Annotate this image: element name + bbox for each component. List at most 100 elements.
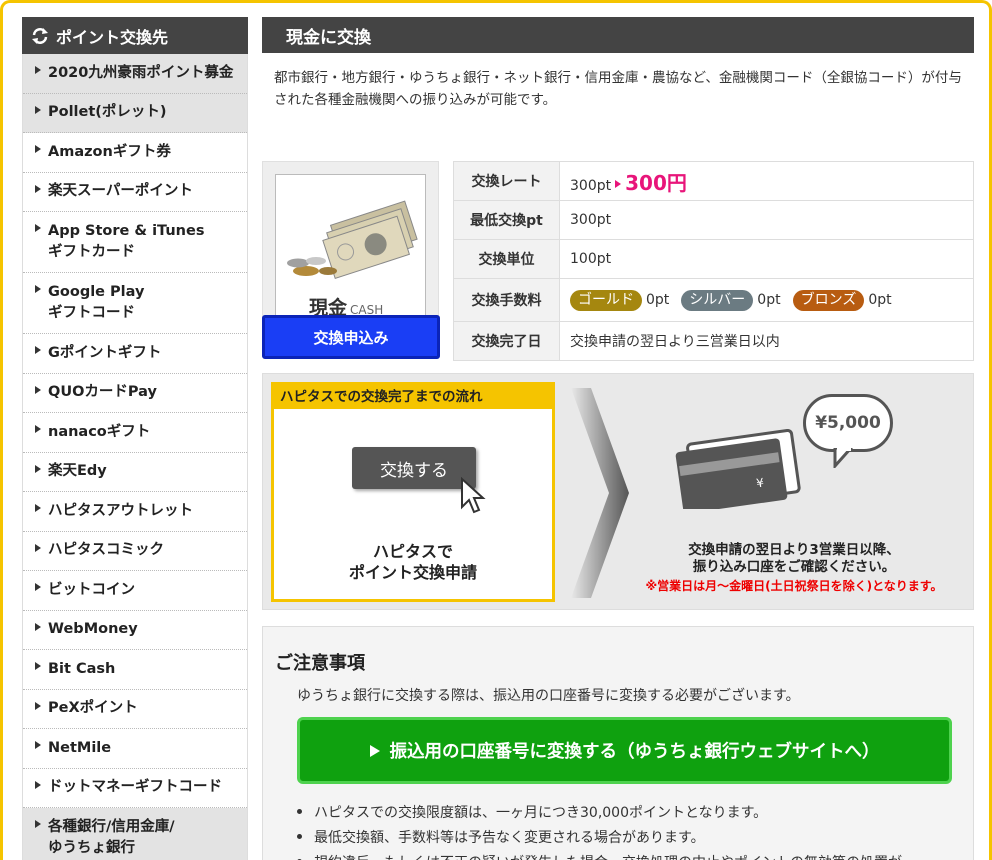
sidebar-item-label: Gポイントギフト [48, 344, 162, 361]
play-triangle-icon [369, 744, 380, 757]
fee-row: 交換手数料 ゴールド 0pt シルバー 0pt ブロンズ 0pt [453, 278, 974, 322]
sidebar-item[interactable]: Google Play ギフトコード [23, 273, 247, 334]
fee-label: 交換手数料 [453, 278, 560, 322]
sidebar-item[interactable]: nanacoギフト [23, 413, 247, 453]
done-label: 交換完了日 [453, 321, 560, 361]
rate-value: 300pt 300円 [559, 161, 974, 201]
list-item: 規約違反、もしくは不正の疑いが発生した場合、交換処理の中止やポイントの無効等の処… [297, 849, 902, 860]
sidebar-item[interactable]: WebMoney [23, 610, 247, 650]
triangle-right-icon [35, 346, 41, 354]
list-item: ハピタスでの交換限度額は、一ヶ月につき30,000ポイントとなります。 [297, 799, 902, 824]
triangle-right-icon [35, 425, 41, 433]
notes-list: ハピタスでの交換限度額は、一ヶ月につき30,000ポイントとなります。 最低交換… [297, 799, 902, 860]
sidebar-item[interactable]: ドットマネーギフトコード [23, 768, 247, 808]
gold-badge: ゴールド [570, 289, 642, 311]
flow-card-title: ハピタスでの交換完了までの流れ [274, 385, 552, 409]
sidebar-item-label: 各種銀行/信用金庫/ ゆうちょ銀行 [48, 818, 175, 856]
fee-values: ゴールド 0pt シルバー 0pt ブロンズ 0pt [559, 278, 974, 322]
triangle-right-icon [35, 224, 41, 232]
triangle-right-icon [35, 780, 41, 789]
notes-lead: ゆうちょ銀行に交換する際は、振込用の口座番号に変換する必要がございます。 [297, 688, 800, 704]
sidebar-item[interactable]: Amazonギフト券 [23, 133, 247, 173]
rate-table: 交換レート 300pt 300円 最低交換pt 300pt 交換単位 100pt … [453, 161, 974, 361]
cash-section: 現金 CASH 交換レート 300pt 300円 最低交換pt 300pt 交換単位 [262, 161, 974, 401]
triangle-right-icon [35, 741, 41, 749]
sidebar-item-label: Pollet(ポレット) [48, 104, 167, 121]
sidebar-item-label: ビットコイン [48, 581, 135, 598]
sidebar-item[interactable]: 楽天Edy [23, 452, 247, 492]
min-label: 最低交換pt [453, 200, 560, 240]
sidebar-item-label: nanacoギフト [48, 423, 151, 440]
sidebar-item-label: App Store & iTunes ギフトカード [48, 222, 205, 260]
sidebar: ポイント交換先 2020九州豪雨ポイント募金 Pollet(ポレット) Amazon… [22, 17, 248, 860]
min-value: 300pt [559, 200, 974, 240]
page-title: 現金に交換 [262, 17, 974, 53]
triangle-right-icon [35, 543, 41, 552]
convert-account-button[interactable]: 振込用の口座番号に変換する（ゆうちょ銀行ウェブサイトへ） [297, 717, 952, 784]
triangle-right-icon [35, 701, 41, 710]
triangle-right-icon [35, 464, 41, 473]
sidebar-item-label: Bit Cash [48, 660, 116, 677]
sidebar-item[interactable]: ビットコイン [23, 571, 247, 611]
sidebar-item-label: 2020九州豪雨ポイント募金 [48, 64, 234, 81]
flow-right-text: 交換申請の翌日より3営業日以降、 振り込み口座をご確認ください。 [688, 542, 900, 575]
sidebar-item-label: ハピタスアウトレット [48, 502, 193, 519]
done-row: 交換完了日 交換申請の翌日より三営業日以内 [453, 321, 974, 361]
sidebar-item-label: WebMoney [48, 621, 138, 638]
sidebar-item[interactable]: ハピタスコミック [23, 531, 247, 571]
sidebar-item[interactable]: NetMile [23, 729, 247, 769]
sidebar-item[interactable]: 楽天スーパーポイント [23, 172, 247, 212]
swap-button-illustration: 交換する [352, 447, 476, 489]
bank-card-icon: ¥ [675, 429, 801, 509]
triangle-right-icon [35, 622, 41, 631]
triangle-right-icon [35, 583, 41, 591]
page-frame: ポイント交換先 2020九州豪雨ポイント募金 Pollet(ポレット) Amazon… [0, 0, 992, 860]
sidebar-item[interactable]: Bit Cash [23, 650, 247, 690]
exchange-cycle-icon [32, 27, 48, 44]
sidebar-item-label: Google Play ギフトコード [48, 283, 145, 321]
sidebar-item[interactable]: PeXポイント [23, 689, 247, 729]
sidebar-item[interactable]: Pollet(ポレット) [23, 93, 247, 133]
exchange-flow: ハピタスでの交換完了までの流れ 交換する ハピタスで ポイント交換申請 ¥ ¥5… [262, 373, 974, 610]
flow-note: ※営業日は月～金曜日(土日祝祭日を除く)となります。 [645, 579, 943, 593]
sidebar-item-label: 楽天Edy [48, 463, 107, 480]
rate-arrow-icon [615, 179, 622, 188]
unit-row: 交換単位 100pt [453, 239, 974, 279]
sidebar-title: ポイント交換先 [56, 27, 169, 47]
convert-account-label: 振込用の口座番号に変換する（ゆうちょ銀行ウェブサイトへ） [389, 742, 880, 762]
cash-image: 現金 CASH [275, 174, 426, 325]
flow-card: ハピタスでの交換完了までの流れ 交換する ハピタスで ポイント交換申請 [271, 382, 555, 602]
sidebar-item-label: NetMile [48, 739, 112, 756]
min-row: 最低交換pt 300pt [453, 200, 974, 240]
rate-from: 300pt [570, 177, 612, 194]
sidebar-item[interactable]: Gポイントギフト [23, 334, 247, 374]
sidebar-header: ポイント交換先 [22, 17, 248, 54]
sidebar-item-label: ドットマネーギフトコード [48, 779, 222, 796]
triangle-right-icon [35, 504, 41, 512]
triangle-right-icon [35, 66, 41, 74]
done-value: 交換申請の翌日より三営業日以内 [559, 321, 974, 361]
sidebar-item-label: PeXポイント [48, 700, 138, 717]
bronze-fee: 0pt [868, 291, 892, 308]
sidebar-item[interactable]: QUOカードPay [23, 373, 247, 413]
triangle-right-icon [35, 662, 41, 670]
triangle-right-icon [35, 105, 41, 114]
triangle-right-icon [35, 145, 41, 153]
list-item: 最低交換額、手数料等は予告なく変更される場合があります。 [297, 824, 902, 849]
sidebar-item-label: 楽天スーパーポイント [48, 183, 193, 200]
banknotes-icon [287, 200, 418, 280]
triangle-right-icon [35, 820, 41, 828]
sidebar-item[interactable]: 各種銀行/信用金庫/ ゆうちょ銀行 [23, 808, 247, 860]
page-description: 都市銀行・地方銀行・ゆうちょ銀行・ネット銀行・信用金庫・農協など、金融機関コード… [274, 70, 962, 108]
silver-badge: シルバー [681, 289, 754, 311]
sidebar-item[interactable]: App Store & iTunes ギフトカード [23, 212, 247, 273]
notes-title: ご注意事項 [275, 653, 365, 674]
notes-section: ご注意事項 ゆうちょ銀行に交換する際は、振込用の口座番号に変換する必要がございま… [262, 626, 974, 860]
cash-image-box: 現金 CASH [262, 161, 439, 337]
sidebar-item-label: ハピタスコミック [48, 542, 164, 559]
apply-button[interactable]: 交換申込み [262, 315, 440, 359]
bronze-badge: ブロンズ [792, 289, 865, 311]
rate-to: 300円 [625, 170, 687, 195]
sidebar-item[interactable]: ハピタスアウトレット [23, 492, 247, 532]
sidebar-item[interactable]: 2020九州豪雨ポイント募金 [23, 54, 247, 94]
